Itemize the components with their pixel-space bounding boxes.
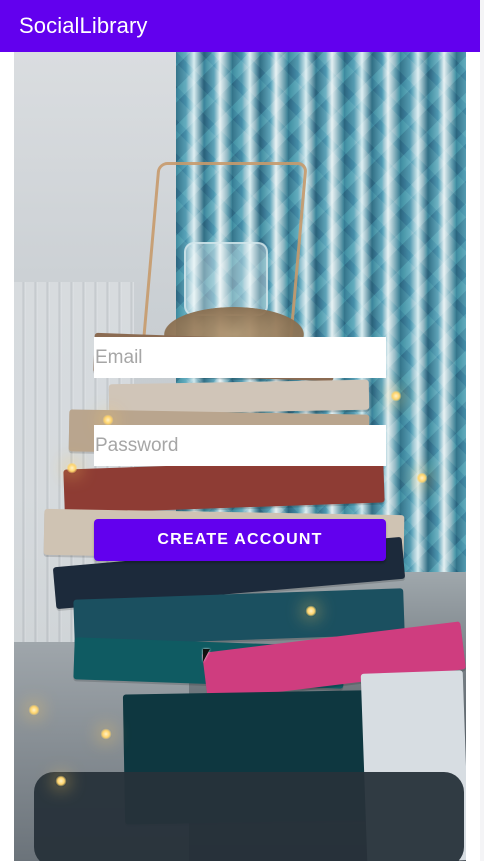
string-light — [305, 605, 317, 617]
string-light — [28, 704, 40, 716]
pointer-cursor-icon — [203, 649, 210, 662]
app-bar: SocialLibrary — [0, 0, 480, 52]
lantern-glass — [184, 242, 268, 316]
string-light — [55, 775, 67, 787]
string-light — [416, 472, 428, 484]
create-account-button[interactable]: CREATE ACCOUNT — [94, 519, 386, 561]
string-light — [390, 390, 402, 402]
screen-edge — [480, 0, 484, 861]
table-top — [34, 772, 464, 861]
string-light — [66, 462, 78, 474]
book-2 — [108, 379, 370, 415]
email-field[interactable] — [94, 337, 386, 378]
password-field[interactable] — [94, 425, 386, 466]
app-title: SocialLibrary — [19, 13, 148, 38]
string-light — [100, 728, 112, 740]
